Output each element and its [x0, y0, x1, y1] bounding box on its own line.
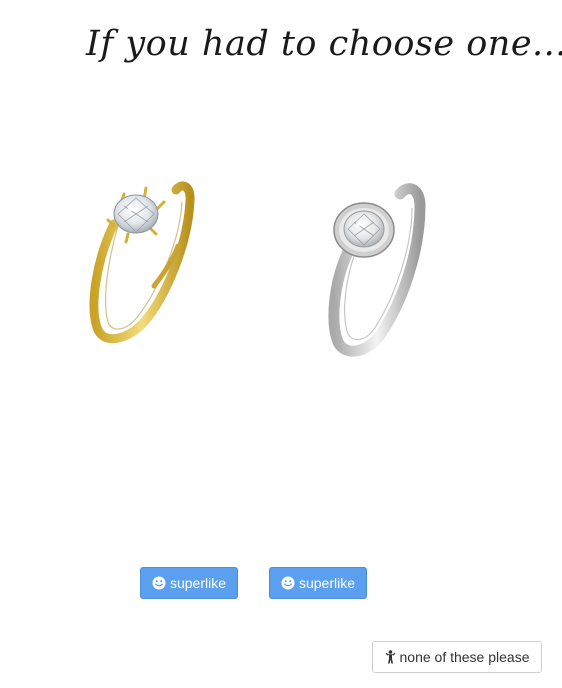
- gold-ring-image[interactable]: [84, 176, 202, 346]
- smile-icon: [152, 576, 166, 590]
- superlike-label: superlike: [298, 575, 356, 591]
- silver-ring-image[interactable]: [326, 182, 430, 358]
- superlike-button-right[interactable]: superlike: [269, 567, 367, 599]
- superlike-label: superlike: [169, 575, 227, 591]
- none-of-these-label: none of these please: [399, 649, 530, 665]
- none-of-these-button[interactable]: none of these please: [372, 641, 542, 673]
- child-icon: [385, 650, 396, 664]
- page-title: If you had to choose one...: [86, 24, 562, 64]
- smile-icon: [281, 576, 295, 590]
- superlike-button-left[interactable]: superlike: [140, 567, 238, 599]
